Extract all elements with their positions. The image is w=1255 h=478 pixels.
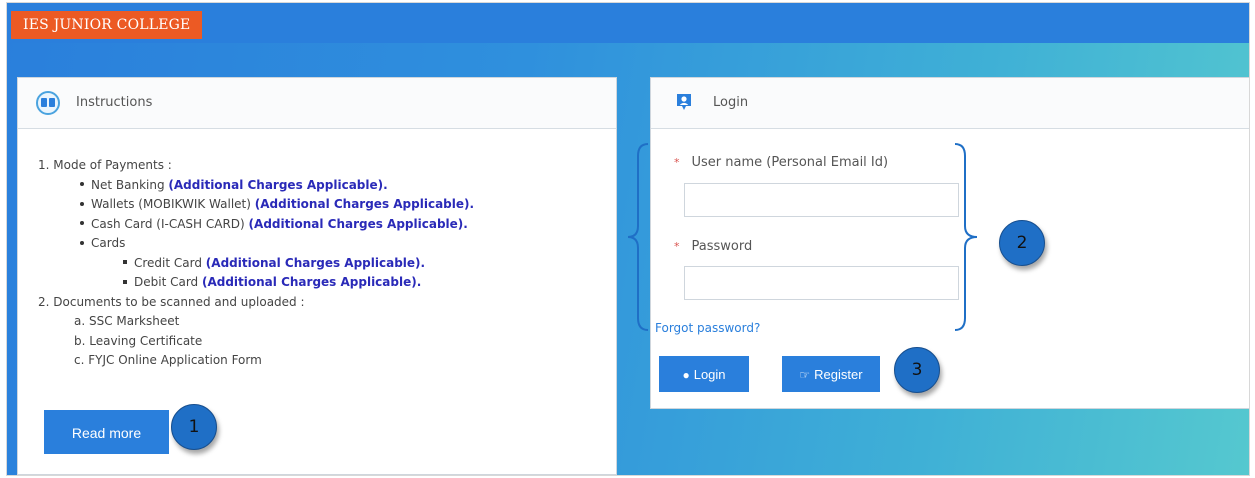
pointing-hand-icon: ☞ xyxy=(799,368,811,382)
username-input[interactable] xyxy=(684,183,959,217)
instructions-title: Instructions xyxy=(76,95,153,110)
bullet-icon xyxy=(80,221,84,225)
list-item: Cards xyxy=(38,234,474,254)
list-item: Credit Card (Additional Charges Applicab… xyxy=(38,254,474,274)
login-panel: Login * User name (Personal Email Id) * Pa… xyxy=(650,77,1249,409)
login-title: Login xyxy=(713,95,749,110)
read-more-button[interactable]: Read more xyxy=(44,410,169,454)
book-icon xyxy=(36,91,60,115)
callout-badge-2: 2 xyxy=(999,220,1045,266)
right-brace-annotation xyxy=(954,143,978,331)
list-item: Wallets (MOBIKWIK Wallet) (Additional Ch… xyxy=(38,195,474,215)
top-bar: IES JUNIOR COLLEGE xyxy=(7,3,1249,43)
instructions-header: Instructions xyxy=(18,78,616,129)
user-icon: ● xyxy=(682,368,690,382)
list-item: 1. Mode of Payments : xyxy=(38,158,172,172)
location-pin-icon xyxy=(677,94,691,110)
list-item: a. SSC Marksheet xyxy=(74,314,180,328)
app-frame: IES JUNIOR COLLEGE Instructions 1. Mode … xyxy=(6,2,1250,476)
square-bullet-icon xyxy=(123,260,127,264)
password-input[interactable] xyxy=(684,266,959,300)
callout-badge-3: 3 xyxy=(894,347,940,393)
list-item: c. FYJC Online Application Form xyxy=(74,353,262,367)
bullet-icon xyxy=(80,201,84,206)
list-item: Net Banking (Additional Charges Applicab… xyxy=(38,176,474,196)
bullet-icon xyxy=(80,240,84,245)
list-item: b. Leaving Certificate xyxy=(74,333,203,348)
forgot-password-link[interactable]: Forgot password? xyxy=(655,321,760,335)
login-header: Login xyxy=(651,78,1249,129)
left-brace-annotation xyxy=(627,143,649,331)
instructions-panel: Instructions 1. Mode of Payments : Net B… xyxy=(17,77,617,475)
list-item: Cash Card (I-CASH CARD) (Additional Char… xyxy=(38,215,474,235)
list-item: 2. Documents to be scanned and uploaded … xyxy=(38,294,305,309)
list-item: Debit Card (Additional Charges Applicabl… xyxy=(38,273,474,293)
register-button[interactable]: ☞ Register xyxy=(782,356,880,392)
login-button[interactable]: ● Login xyxy=(659,356,749,392)
square-bullet-icon xyxy=(123,279,127,284)
bullet-icon xyxy=(80,182,84,186)
college-brand[interactable]: IES JUNIOR COLLEGE xyxy=(11,11,203,39)
callout-badge-1: 1 xyxy=(171,404,217,450)
username-label: * User name (Personal Email Id) xyxy=(674,155,889,170)
instructions-list: 1. Mode of Payments : Net Banking (Addit… xyxy=(38,156,474,371)
password-label: * Password xyxy=(674,239,753,254)
